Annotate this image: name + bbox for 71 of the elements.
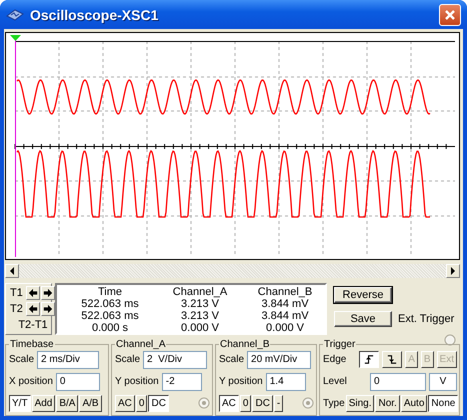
toggle-button[interactable]: Nor. [375, 394, 400, 412]
readout-value: 0.000 s [90, 322, 130, 334]
readout-value: 3.844 mV [260, 298, 310, 310]
edge-button[interactable] [359, 351, 380, 368]
position-field[interactable]: -2 [162, 372, 202, 390]
scale-field[interactable]: 20 mV/Div [247, 350, 312, 368]
field-label: Level [323, 376, 347, 387]
toggle-button[interactable]: 0 [240, 394, 252, 412]
toggle-button[interactable]: Add [32, 394, 56, 412]
field-label: Y position [219, 376, 263, 387]
position-field[interactable]: 0 [56, 372, 100, 390]
readout-value: 3.213 V [180, 310, 220, 322]
level-field[interactable]: 0 [370, 372, 426, 390]
toggle-button[interactable]: Auto [400, 394, 428, 412]
field-label: Type [323, 398, 345, 408]
scale-field[interactable]: 2 V/Div [143, 350, 208, 368]
field-label: Scale [219, 354, 244, 365]
field-label: Scale [115, 354, 140, 365]
cursor-label: T2-T1 [17, 319, 49, 331]
toggle-button[interactable]: DC [252, 394, 273, 412]
toggle-button[interactable]: Y/T [9, 394, 31, 412]
group-title: Timebase [9, 339, 55, 350]
cursor-move-button[interactable] [41, 302, 55, 316]
group-title: Channel_B [219, 339, 270, 350]
column-header: Channel_B [256, 286, 314, 298]
action-button[interactable]: Reverse [334, 286, 392, 302]
readout-value: 0.000 V [265, 322, 305, 334]
cursor-label: T2 [10, 303, 24, 315]
position-field[interactable]: 1.4 [266, 372, 306, 390]
readout-value: 522.063 ms [80, 310, 140, 322]
close-button[interactable] [439, 4, 461, 26]
group-title: Channel_A [115, 339, 166, 350]
cursor-handle[interactable] [10, 35, 21, 257]
horizontal-scrollbar[interactable] [5, 264, 460, 278]
radio-button[interactable] [198, 397, 210, 409]
toggle-button[interactable]: None [428, 394, 458, 412]
oscilloscope-icon [6, 8, 24, 22]
field-label: Y position [115, 376, 159, 387]
readout-value: 3.844 mV [260, 310, 310, 322]
ext-trigger-label: Ext. Trigger [398, 312, 456, 324]
right-arrow-icon [450, 267, 456, 275]
readout-value: 522.063 ms [80, 298, 140, 310]
column-header: Time [96, 286, 124, 298]
toggle-button[interactable]: AC [115, 394, 135, 412]
group-title: Trigger [323, 339, 356, 350]
unit-field[interactable]: V [429, 372, 457, 390]
toggle-button[interactable]: A/B [79, 394, 102, 412]
cursor-move-button[interactable] [26, 302, 40, 316]
column-header: Channel_A [172, 286, 228, 298]
toggle-button[interactable]: AC [219, 394, 239, 412]
toggle-button[interactable]: DC [148, 394, 169, 412]
toggle-button[interactable]: Sing. [346, 394, 374, 412]
scale-field[interactable]: 2 ms/Div [37, 350, 100, 368]
field-label: Edge [323, 354, 346, 365]
rising-edge-icon [363, 353, 376, 366]
close-icon [444, 8, 456, 20]
readout-value: 0.000 V [180, 322, 220, 334]
cursor-label: T1 [10, 287, 24, 299]
falling-edge-icon [386, 353, 398, 366]
toggle-button[interactable]: B/A [56, 394, 78, 412]
toggle-button[interactable]: 0 [136, 394, 148, 412]
radio-button[interactable] [302, 397, 314, 409]
action-button[interactable]: Save [334, 310, 392, 326]
window-title: Oscilloscope-XSC1 [30, 6, 160, 22]
cursor-move-button[interactable] [41, 286, 55, 300]
field-label: Scale [9, 354, 34, 365]
readout-value: 3.213 V [180, 298, 220, 310]
cursor-move-button[interactable] [26, 286, 40, 300]
left-arrow-icon [9, 267, 15, 275]
field-label: X position [9, 376, 53, 387]
toggle-button[interactable]: - [274, 394, 284, 412]
